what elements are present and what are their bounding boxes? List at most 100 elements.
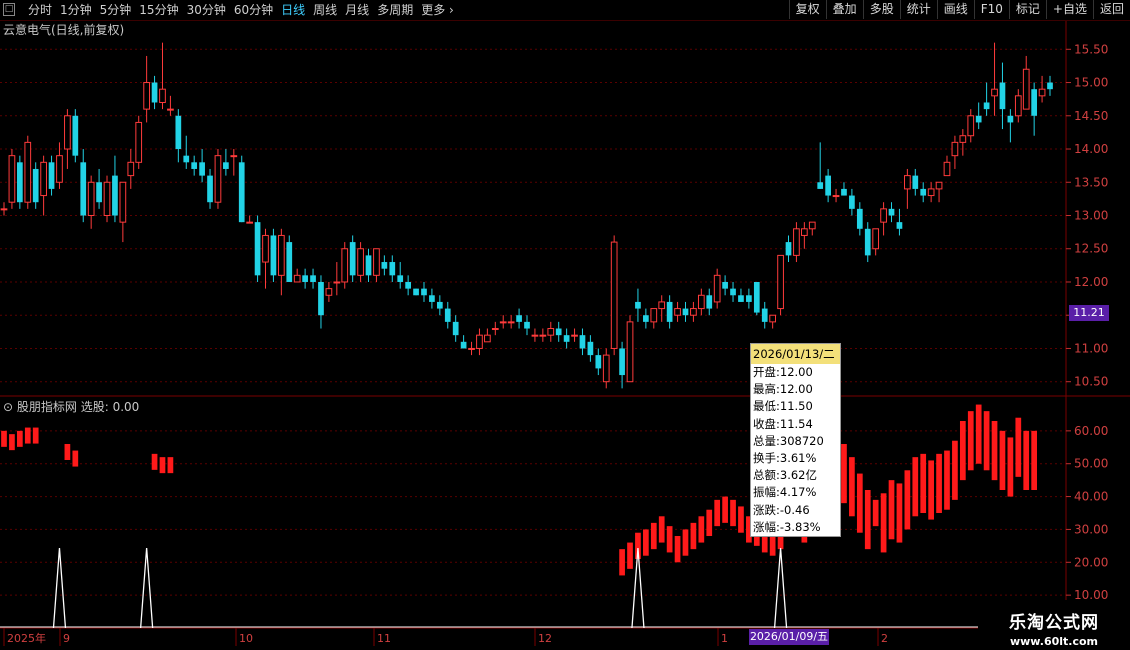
candle-body: [935, 181, 943, 190]
indicator-bar: [1007, 437, 1014, 497]
indicator-bar: [896, 483, 903, 543]
indicator-bar: [872, 499, 879, 527]
price-tick-label: 15.50: [1074, 42, 1108, 56]
timeframe-tab-5[interactable]: 60分钟: [230, 2, 277, 18]
candle-body: [682, 308, 689, 316]
timeframe-tab-2[interactable]: 5分钟: [96, 2, 136, 18]
candle-body: [1022, 68, 1030, 110]
candle-body: [524, 321, 530, 329]
candle-body: [381, 262, 388, 269]
indicator-bar: [1, 430, 7, 447]
timeframe-tab-3[interactable]: 15分钟: [135, 2, 182, 18]
indicator-bar: [880, 493, 887, 553]
candle-body: [920, 188, 927, 196]
indicator-tick-label: 40.00: [1074, 490, 1108, 504]
candle-body: [626, 321, 634, 383]
indicator-bar: [64, 444, 71, 460]
candle-body: [579, 335, 586, 349]
current-price-tag: 11.21: [1069, 305, 1109, 321]
candle-body: [421, 288, 427, 296]
indicator-bar: [1023, 430, 1030, 490]
tooltip-row: 总额:3.62亿: [753, 468, 817, 483]
price-tick-label: 10.50: [1074, 375, 1108, 389]
collapse-icon[interactable]: ⊙: [3, 400, 13, 414]
candle-body: [491, 328, 499, 331]
candle-body: [302, 275, 308, 282]
indicator-bar: [627, 542, 633, 569]
timeframe-tab-0[interactable]: 分时: [24, 2, 56, 18]
candle-body: [769, 314, 777, 323]
timeframe-tab-9[interactable]: 多周期: [373, 2, 417, 18]
timeframe-tab-1[interactable]: 1分钟: [56, 2, 96, 18]
candle-body: [389, 262, 396, 276]
candle-body: [72, 115, 79, 156]
tool-button-0[interactable]: 复权: [788, 0, 826, 19]
tool-button-3[interactable]: 统计: [899, 0, 937, 19]
candle-body: [8, 155, 16, 203]
timeframe-tab-10[interactable]: 更多 ›: [417, 2, 458, 18]
candle-body: [531, 334, 539, 337]
indicator-bar: [72, 450, 79, 467]
indicator-bar: [167, 457, 174, 474]
indicator-bar: [952, 440, 958, 500]
timeframe-tab-7[interactable]: 周线: [309, 2, 341, 18]
indicator-bar: [912, 457, 919, 517]
candle-body: [254, 222, 261, 276]
indicator-bar: [944, 450, 950, 510]
indicator-bar: [1031, 430, 1038, 490]
candle-body: [262, 234, 269, 263]
tool-button-2[interactable]: 多股: [862, 0, 900, 19]
indicator-bar: [698, 516, 705, 543]
candle-body: [746, 295, 752, 302]
indicator-bar: [888, 480, 895, 540]
indicator-bar: [690, 522, 697, 550]
candle-body: [277, 234, 285, 276]
candle-body: [927, 188, 935, 197]
time-label: 11: [377, 632, 391, 645]
timeframe-tab-8[interactable]: 月线: [341, 2, 373, 18]
tooltip-row: 最高:12.00: [753, 382, 813, 397]
indicator-bar: [841, 444, 847, 504]
timeframe-tab-6[interactable]: 日线: [277, 2, 309, 18]
tool-button-1[interactable]: 叠加: [825, 0, 863, 19]
candle-body: [0, 208, 8, 211]
cursor-date-tag: 2026/01/09/五: [749, 629, 829, 645]
candle-body: [856, 208, 863, 229]
candle-body: [943, 161, 951, 177]
candle-body: [1047, 82, 1053, 90]
candle-body: [151, 82, 158, 103]
indicator-bar: [904, 470, 911, 530]
candle-body: [484, 334, 491, 343]
candle-body: [666, 301, 673, 322]
tool-button-8[interactable]: 返回: [1092, 0, 1130, 19]
candle-body: [429, 295, 435, 302]
candle-body: [56, 155, 63, 183]
tool-button-6[interactable]: 标记: [1008, 0, 1046, 19]
watermark-url: www.60lt.com: [1009, 635, 1099, 648]
candle-body: [674, 308, 681, 316]
kline-chart[interactable]: 15.50 15.00 14.50 14.00 13.50 13.00 12.50 12.00…: [0, 0, 1130, 650]
tool-button-5[interactable]: F10: [973, 0, 1009, 19]
tool-button-7[interactable]: +自选: [1045, 0, 1093, 19]
candle-body: [413, 288, 419, 296]
candle-body: [785, 242, 792, 256]
indicator-bar: [643, 529, 649, 556]
candle-body: [777, 254, 784, 310]
candle-body: [24, 141, 32, 203]
candle-body: [214, 155, 222, 203]
candle-body: [468, 347, 475, 350]
indicator-bar: [959, 421, 966, 481]
back-icon[interactable]: □: [3, 3, 15, 16]
time-label: 2025年: [7, 631, 46, 645]
timeframe-tab-4[interactable]: 30分钟: [183, 2, 230, 18]
tool-button-4[interactable]: 画线: [936, 0, 974, 19]
candle-body: [991, 88, 998, 97]
signal-spike: [139, 547, 154, 629]
candle-body: [112, 175, 118, 216]
time-label: 12: [538, 632, 552, 645]
indicator-bar: [738, 506, 744, 533]
indicator-tick-label: 60.00: [1074, 424, 1108, 438]
candle-body: [563, 335, 570, 342]
indicator-bar: [658, 516, 665, 543]
candle-body: [444, 308, 451, 322]
